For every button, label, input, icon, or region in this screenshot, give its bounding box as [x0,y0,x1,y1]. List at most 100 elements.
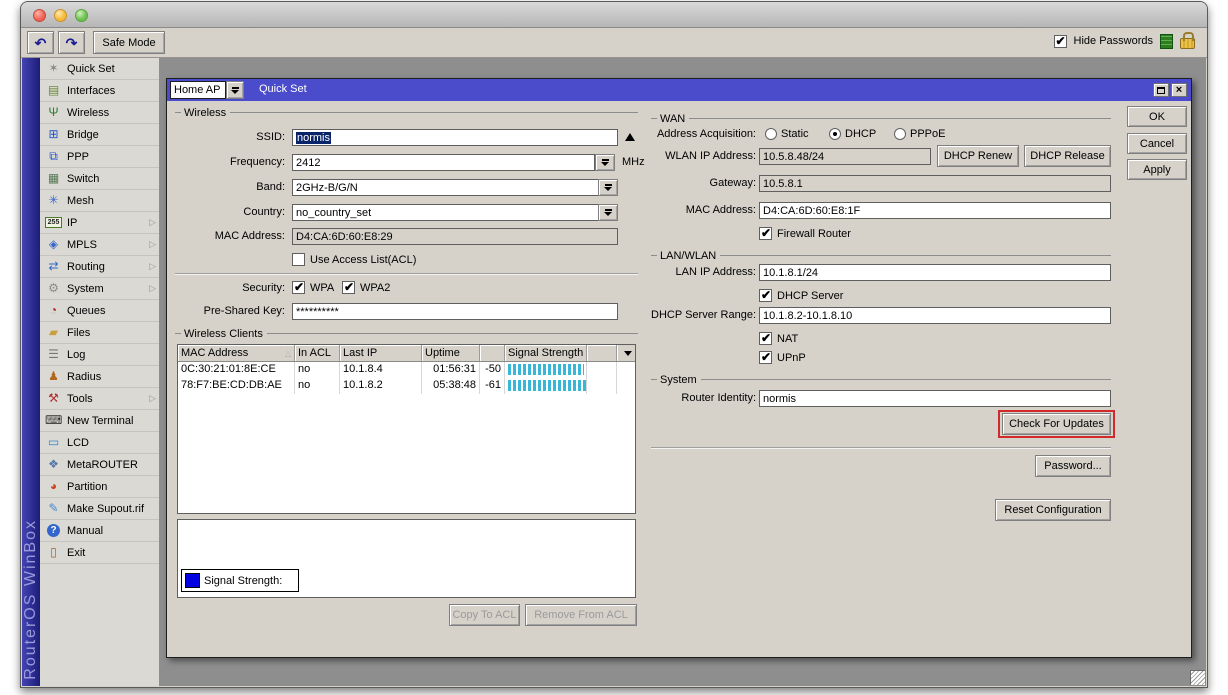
dialog-titlebar[interactable]: Home AP Quick Set × [167,79,1191,101]
apply-button[interactable]: Apply [1127,159,1187,180]
column-header-signal-strength[interactable]: Signal Strength [505,345,587,361]
band-dropdown-icon[interactable] [598,179,618,196]
ip-icon: 255 [45,217,62,228]
column-header-in-acl[interactable]: In ACL [295,345,340,361]
sidebar-item-manual[interactable]: ?Manual [40,520,159,542]
security-label: Security: [175,282,285,294]
use-access-list-checkbox[interactable] [292,253,305,266]
band-select[interactable]: 2GHz-B/G/N [292,179,618,196]
static-radio[interactable] [765,128,777,140]
sidebar-item-label: Make Supout.rif [67,503,144,515]
sidebar-item-tools[interactable]: ⚒Tools▷ [40,388,159,410]
dhcp-radio-label: DHCP [845,128,876,140]
sidebar-item-interfaces[interactable]: ▤Interfaces [40,80,159,102]
sidebar-item-new-terminal[interactable]: ⌨New Terminal [40,410,159,432]
sidebar-item-bridge[interactable]: ⊞Bridge [40,124,159,146]
sidebar-item-queues[interactable]: ◔Queues [40,300,159,322]
sidebar-item-mesh[interactable]: ✳Mesh [40,190,159,212]
dhcp-release-button[interactable]: DHCP Release [1024,145,1111,167]
sidebar-item-partition[interactable]: ◕Partition [40,476,159,498]
brand-strip: RouterOS WinBox [22,58,40,686]
sidebar-item-log[interactable]: ☰Log [40,344,159,366]
minimize-window-icon[interactable] [54,9,67,22]
profile-combo[interactable]: Home AP [170,81,244,99]
copy-to-acl-button[interactable]: Copy To ACL [449,604,520,626]
sidebar-item-exit[interactable]: ▯Exit [40,542,159,564]
nat-label: NAT [777,333,798,345]
wireless-client-row[interactable]: 0C:30:21:01:8E:CEno10.1.8.401:56:31-50 [178,362,635,378]
country-dropdown-icon[interactable] [598,204,618,221]
country-select[interactable]: no_country_set [292,204,618,221]
sidebar-item-metarouter[interactable]: ❖MetaROUTER [40,454,159,476]
submenu-arrow-icon: ▷ [149,393,156,404]
dhcp-range-input[interactable]: 10.1.8.2-10.1.8.10 [759,307,1111,324]
pre-shared-key-input[interactable]: ********** [292,303,618,320]
wan-mac-label: MAC Address: [644,204,756,216]
sidebar-item-lcd[interactable]: ▭LCD [40,432,159,454]
dhcp-radio[interactable] [829,128,841,140]
window-titlebar [21,2,1207,28]
band-label: Band: [175,181,285,193]
column-options-dropdown-icon[interactable] [617,345,636,361]
sidebar-item-files[interactable]: ▰Files [40,322,159,344]
column-header-blank-4[interactable] [480,345,505,361]
router-identity-input[interactable]: normis [759,390,1111,407]
resize-grip[interactable] [1190,670,1205,685]
remove-from-acl-button[interactable]: Remove From ACL [525,604,637,626]
dhcp-renew-button[interactable]: DHCP Renew [937,145,1019,167]
wan-mac-input[interactable]: D4:CA:6D:60:E8:1F [759,202,1111,219]
reset-configuration-button[interactable]: Reset Configuration [995,499,1111,521]
wpa-checkbox[interactable] [292,281,305,294]
wpa2-checkbox[interactable] [342,281,355,294]
sidebar-item-routing[interactable]: ⇄Routing▷ [40,256,159,278]
ssid-up-arrow-icon[interactable] [625,133,635,141]
ssid-input[interactable]: normis [292,129,618,146]
signal-strength-bar [508,380,586,391]
sidebar-item-wireless[interactable]: ΨWireless [40,102,159,124]
firewall-router-checkbox[interactable] [759,227,772,240]
sidebar-item-label: System [67,283,104,295]
pppoe-radio[interactable] [894,128,906,140]
sidebar-item-label: New Terminal [67,415,133,427]
hide-passwords-checkbox[interactable] [1054,35,1067,48]
sidebar-item-mpls[interactable]: ◈MPLS▷ [40,234,159,256]
sidebar-item-system[interactable]: ⚙System▷ [40,278,159,300]
ok-button[interactable]: OK [1127,106,1187,127]
column-header-blank-6[interactable] [587,345,617,361]
sidebar-item-ppp[interactable]: ⧉PPP [40,146,159,168]
frequency-input[interactable]: 2412 [292,154,595,171]
column-header-last-ip[interactable]: Last IP [340,345,422,361]
sidebar-item-radius[interactable]: ♟Radius [40,366,159,388]
undo-button[interactable]: ↶ [27,31,54,54]
close-window-icon[interactable] [33,9,46,22]
password-button[interactable]: Password... [1035,455,1111,477]
profile-dropdown-icon[interactable] [226,81,244,99]
frequency-unit-label: MHz [622,156,645,168]
column-header-uptime[interactable]: Uptime [422,345,480,361]
client-cell: no [295,378,340,394]
profile-value[interactable]: Home AP [170,81,226,99]
lan-ip-input[interactable]: 10.1.8.1/24 [759,264,1111,281]
upnp-checkbox[interactable] [759,351,772,364]
sidebar-item-quick-set[interactable]: ✶Quick Set [40,58,159,80]
frequency-dropdown-icon[interactable] [595,154,615,171]
wireless-client-row[interactable]: 78:F7:BE:CD:DB:AEno10.1.8.205:38:48-61 [178,378,635,394]
nat-checkbox[interactable] [759,332,772,345]
safe-mode-button[interactable]: Safe Mode [93,31,165,54]
sidebar-item-switch[interactable]: ▦Switch [40,168,159,190]
sidebar-item-make-supout-rif[interactable]: ✎Make Supout.rif [40,498,159,520]
dhcp-range-value: 10.1.8.2-10.1.8.10 [763,310,852,322]
dialog-maximize-button[interactable] [1153,83,1169,97]
dhcp-server-checkbox[interactable] [759,289,772,302]
quick-set-dialog: Home AP Quick Set × Wireless SSID: normi… [166,78,1192,658]
redo-button[interactable]: ↷ [58,31,85,54]
cancel-button[interactable]: Cancel [1127,133,1187,154]
client-cell-signal-bar [505,362,587,378]
zoom-window-icon[interactable] [75,9,88,22]
wireless-mac-field: D4:CA:6D:60:E8:29 [292,228,618,245]
dialog-close-button[interactable]: × [1171,83,1187,97]
ssid-value: normis [296,132,331,144]
column-header-mac-address[interactable]: MAC Address△ [178,345,295,361]
sidebar-item-ip[interactable]: 255IP▷ [40,212,159,234]
check-for-updates-button[interactable]: Check For Updates [1002,413,1111,435]
